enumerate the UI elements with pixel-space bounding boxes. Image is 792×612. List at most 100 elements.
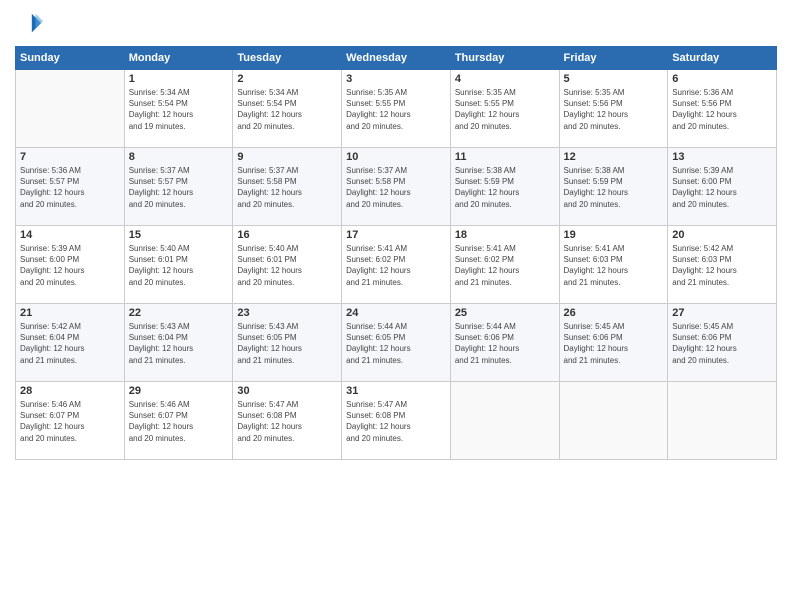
calendar-cell: 20 Sunrise: 5:42 AM Sunset: 6:03 PM Dayli…	[668, 226, 777, 304]
calendar-cell: 28 Sunrise: 5:46 AM Sunset: 6:07 PM Dayli…	[16, 382, 125, 460]
calendar-cell: 12 Sunrise: 5:38 AM Sunset: 5:59 PM Dayli…	[559, 148, 668, 226]
day-info: Sunrise: 5:46 AM Sunset: 6:07 PM Dayligh…	[20, 399, 120, 444]
calendar-cell: 11 Sunrise: 5:38 AM Sunset: 5:59 PM Dayli…	[450, 148, 559, 226]
calendar-cell: 10 Sunrise: 5:37 AM Sunset: 5:58 PM Dayli…	[342, 148, 451, 226]
calendar-cell: 6 Sunrise: 5:36 AM Sunset: 5:56 PM Daylig…	[668, 70, 777, 148]
logo-icon	[15, 10, 43, 38]
day-number: 2	[237, 73, 337, 85]
calendar-container: SundayMondayTuesdayWednesdayThursdayFrid…	[0, 0, 792, 612]
calendar-cell: 19 Sunrise: 5:41 AM Sunset: 6:03 PM Dayli…	[559, 226, 668, 304]
day-number: 6	[672, 73, 772, 85]
day-info: Sunrise: 5:38 AM Sunset: 5:59 PM Dayligh…	[564, 165, 664, 210]
day-info: Sunrise: 5:43 AM Sunset: 6:05 PM Dayligh…	[237, 321, 337, 366]
day-info: Sunrise: 5:36 AM Sunset: 5:56 PM Dayligh…	[672, 87, 772, 132]
day-info: Sunrise: 5:46 AM Sunset: 6:07 PM Dayligh…	[129, 399, 229, 444]
weekday-header-row: SundayMondayTuesdayWednesdayThursdayFrid…	[16, 47, 777, 70]
day-number: 5	[564, 73, 664, 85]
weekday-friday: Friday	[559, 47, 668, 70]
day-number: 26	[564, 307, 664, 319]
day-info: Sunrise: 5:37 AM Sunset: 5:57 PM Dayligh…	[129, 165, 229, 210]
day-info: Sunrise: 5:40 AM Sunset: 6:01 PM Dayligh…	[129, 243, 229, 288]
calendar-table: SundayMondayTuesdayWednesdayThursdayFrid…	[15, 46, 777, 460]
day-number: 31	[346, 385, 446, 397]
logo	[15, 10, 47, 38]
weekday-thursday: Thursday	[450, 47, 559, 70]
day-number: 20	[672, 229, 772, 241]
day-info: Sunrise: 5:39 AM Sunset: 6:00 PM Dayligh…	[20, 243, 120, 288]
week-row-4: 21 Sunrise: 5:42 AM Sunset: 6:04 PM Dayli…	[16, 304, 777, 382]
calendar-cell: 22Sunrise: 5:43 AM Sunset: 6:04 PM Dayli…	[124, 304, 233, 382]
day-info: Sunrise: 5:37 AM Sunset: 5:58 PM Dayligh…	[237, 165, 337, 210]
day-number: 22	[129, 307, 229, 319]
day-number: 25	[455, 307, 555, 319]
calendar-cell: 2 Sunrise: 5:34 AM Sunset: 5:54 PM Daylig…	[233, 70, 342, 148]
day-info: Sunrise: 5:45 AM Sunset: 6:06 PM Dayligh…	[672, 321, 772, 366]
weekday-tuesday: Tuesday	[233, 47, 342, 70]
day-number: 19	[564, 229, 664, 241]
day-info: Sunrise: 5:34 AM Sunset: 5:54 PM Dayligh…	[129, 87, 229, 132]
weekday-saturday: Saturday	[668, 47, 777, 70]
day-info: Sunrise: 5:41 AM Sunset: 6:02 PM Dayligh…	[455, 243, 555, 288]
day-number: 28	[20, 385, 120, 397]
day-number: 27	[672, 307, 772, 319]
weekday-sunday: Sunday	[16, 47, 125, 70]
day-info: Sunrise: 5:42 AM Sunset: 6:03 PM Dayligh…	[672, 243, 772, 288]
calendar-cell: 14 Sunrise: 5:39 AM Sunset: 6:00 PM Dayli…	[16, 226, 125, 304]
weekday-monday: Monday	[124, 47, 233, 70]
calendar-cell: 7 Sunrise: 5:36 AM Sunset: 5:57 PM Daylig…	[16, 148, 125, 226]
calendar-cell: 9 Sunrise: 5:37 AM Sunset: 5:58 PM Daylig…	[233, 148, 342, 226]
calendar-cell: 18Sunrise: 5:41 AM Sunset: 6:02 PM Dayli…	[450, 226, 559, 304]
day-number: 3	[346, 73, 446, 85]
calendar-cell: 3 Sunrise: 5:35 AM Sunset: 5:55 PM Daylig…	[342, 70, 451, 148]
day-info: Sunrise: 5:41 AM Sunset: 6:02 PM Dayligh…	[346, 243, 446, 288]
day-number: 10	[346, 151, 446, 163]
day-info: Sunrise: 5:45 AM Sunset: 6:06 PM Dayligh…	[564, 321, 664, 366]
calendar-cell	[559, 382, 668, 460]
day-number: 1	[129, 73, 229, 85]
day-info: Sunrise: 5:35 AM Sunset: 5:56 PM Dayligh…	[564, 87, 664, 132]
day-number: 30	[237, 385, 337, 397]
calendar-cell: 17 Sunrise: 5:41 AM Sunset: 6:02 PM Dayli…	[342, 226, 451, 304]
day-info: Sunrise: 5:34 AM Sunset: 5:54 PM Dayligh…	[237, 87, 337, 132]
calendar-cell: 27 Sunrise: 5:45 AM Sunset: 6:06 PM Dayli…	[668, 304, 777, 382]
weekday-wednesday: Wednesday	[342, 47, 451, 70]
day-info: Sunrise: 5:35 AM Sunset: 5:55 PM Dayligh…	[455, 87, 555, 132]
calendar-cell: 24 Sunrise: 5:44 AM Sunset: 6:05 PM Dayli…	[342, 304, 451, 382]
day-number: 29	[129, 385, 229, 397]
calendar-cell: 8Sunrise: 5:37 AM Sunset: 5:57 PM Daylig…	[124, 148, 233, 226]
day-number: 4	[455, 73, 555, 85]
calendar-cell: 21 Sunrise: 5:42 AM Sunset: 6:04 PM Dayli…	[16, 304, 125, 382]
day-info: Sunrise: 5:37 AM Sunset: 5:58 PM Dayligh…	[346, 165, 446, 210]
day-number: 15	[129, 229, 229, 241]
calendar-cell	[450, 382, 559, 460]
week-row-5: 28 Sunrise: 5:46 AM Sunset: 6:07 PM Dayli…	[16, 382, 777, 460]
week-row-3: 14 Sunrise: 5:39 AM Sunset: 6:00 PM Dayli…	[16, 226, 777, 304]
day-info: Sunrise: 5:42 AM Sunset: 6:04 PM Dayligh…	[20, 321, 120, 366]
calendar-cell	[668, 382, 777, 460]
calendar-cell: 23Sunrise: 5:43 AM Sunset: 6:05 PM Dayli…	[233, 304, 342, 382]
day-info: Sunrise: 5:41 AM Sunset: 6:03 PM Dayligh…	[564, 243, 664, 288]
day-number: 11	[455, 151, 555, 163]
day-number: 24	[346, 307, 446, 319]
calendar-cell: 26 Sunrise: 5:45 AM Sunset: 6:06 PM Dayli…	[559, 304, 668, 382]
day-number: 17	[346, 229, 446, 241]
calendar-cell: 16Sunrise: 5:40 AM Sunset: 6:01 PM Dayli…	[233, 226, 342, 304]
day-info: Sunrise: 5:39 AM Sunset: 6:00 PM Dayligh…	[672, 165, 772, 210]
day-number: 21	[20, 307, 120, 319]
day-info: Sunrise: 5:38 AM Sunset: 5:59 PM Dayligh…	[455, 165, 555, 210]
day-info: Sunrise: 5:44 AM Sunset: 6:05 PM Dayligh…	[346, 321, 446, 366]
day-info: Sunrise: 5:47 AM Sunset: 6:08 PM Dayligh…	[346, 399, 446, 444]
day-info: Sunrise: 5:36 AM Sunset: 5:57 PM Dayligh…	[20, 165, 120, 210]
calendar-cell: 31 Sunrise: 5:47 AM Sunset: 6:08 PM Dayli…	[342, 382, 451, 460]
calendar-cell	[16, 70, 125, 148]
day-number: 14	[20, 229, 120, 241]
day-info: Sunrise: 5:35 AM Sunset: 5:55 PM Dayligh…	[346, 87, 446, 132]
day-number: 7	[20, 151, 120, 163]
header	[15, 10, 777, 38]
calendar-cell: 1 Sunrise: 5:34 AM Sunset: 5:54 PM Daylig…	[124, 70, 233, 148]
day-number: 12	[564, 151, 664, 163]
week-row-1: 1 Sunrise: 5:34 AM Sunset: 5:54 PM Daylig…	[16, 70, 777, 148]
calendar-cell: 4 Sunrise: 5:35 AM Sunset: 5:55 PM Daylig…	[450, 70, 559, 148]
day-info: Sunrise: 5:40 AM Sunset: 6:01 PM Dayligh…	[237, 243, 337, 288]
day-number: 9	[237, 151, 337, 163]
